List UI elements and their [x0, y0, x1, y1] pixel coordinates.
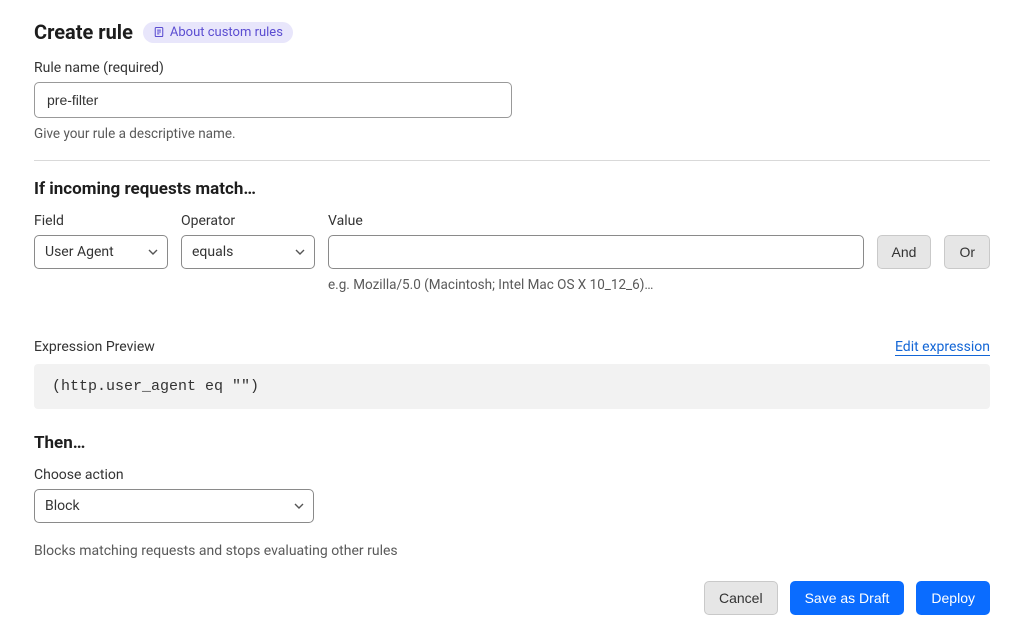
action-select[interactable]: Block	[34, 489, 314, 523]
document-icon	[153, 26, 165, 38]
deploy-button[interactable]: Deploy	[916, 581, 990, 615]
page-title: Create rule	[34, 20, 133, 44]
about-custom-rules-link[interactable]: About custom rules	[143, 22, 293, 43]
field-select-value: User Agent	[45, 244, 114, 260]
value-hint: e.g. Mozilla/5.0 (Macintosh; Intel Mac O…	[328, 277, 864, 293]
choose-action-label: Choose action	[34, 467, 990, 483]
field-select[interactable]: User Agent	[34, 235, 168, 269]
rule-name-label: Rule name (required)	[34, 60, 990, 76]
then-section-title: Then…	[34, 433, 990, 453]
section-divider	[34, 160, 990, 161]
cancel-button[interactable]: Cancel	[704, 581, 778, 615]
and-button[interactable]: And	[877, 235, 932, 269]
value-input[interactable]	[328, 235, 864, 269]
save-as-draft-button[interactable]: Save as Draft	[790, 581, 905, 615]
or-button[interactable]: Or	[944, 235, 990, 269]
action-select-value: Block	[45, 498, 80, 514]
chevron-down-icon	[294, 503, 304, 509]
operator-column-label: Operator	[181, 213, 315, 229]
rule-name-input[interactable]	[34, 82, 512, 118]
chevron-down-icon	[295, 249, 305, 255]
rule-name-helper: Give your rule a descriptive name.	[34, 126, 990, 142]
condition-section-title: If incoming requests match…	[34, 179, 990, 199]
field-column-label: Field	[34, 213, 168, 229]
expression-preview-label: Expression Preview	[34, 339, 155, 355]
value-column-label: Value	[328, 213, 990, 229]
action-description: Blocks matching requests and stops evalu…	[34, 543, 990, 559]
about-custom-rules-label: About custom rules	[170, 25, 283, 40]
expression-preview-code: (http.user_agent eq "")	[34, 364, 990, 409]
operator-select-value: equals	[192, 244, 233, 260]
chevron-down-icon	[148, 249, 158, 255]
edit-expression-link[interactable]: Edit expression	[895, 339, 990, 356]
operator-select[interactable]: equals	[181, 235, 315, 269]
